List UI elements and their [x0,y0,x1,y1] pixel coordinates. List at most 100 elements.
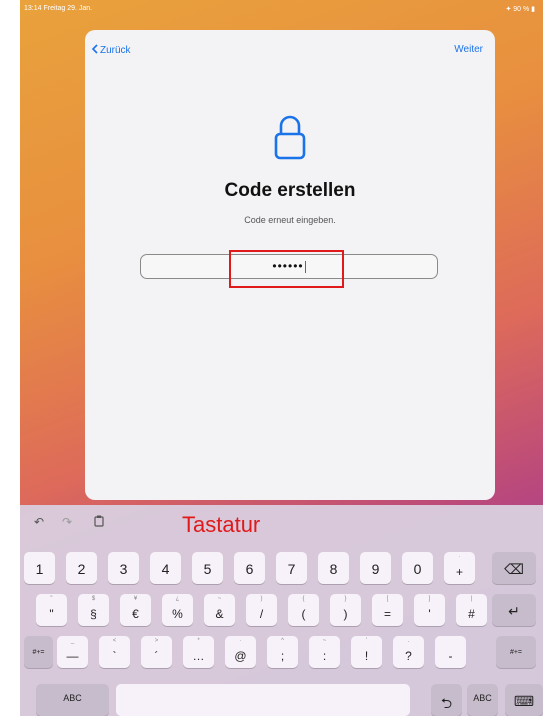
key-main-label: … [192,649,205,663]
key-row3-6[interactable]: ~: [309,636,340,668]
key-main-label: " [49,607,54,621]
key-alt-label: [ [386,596,389,602]
enter-key[interactable]: ↵ [492,594,536,626]
undo-icon[interactable]: ↶ [34,515,44,529]
back-button[interactable]: Zurück [91,44,131,57]
key-row2-4[interactable]: ~ & [204,594,235,626]
key-row2-6[interactable]: {( [288,594,319,626]
key-main-label: 6 [245,561,254,577]
key-row1-6[interactable]: 7 [276,552,307,584]
key-main-label: ( [301,607,306,621]
key-row3-8[interactable]: .? [393,636,424,668]
status-time-date: 13:14 Freitag 29. Jan. [24,5,93,12]
key-row1-2[interactable]: 3 [108,552,139,584]
key-alt-label: ) [260,596,263,602]
key-row1-9[interactable]: 0 [402,552,433,584]
return-key[interactable]: ⮌ [431,684,462,716]
redo-icon[interactable]: ↷ [62,515,72,529]
key-row3-4[interactable]: · @ [225,636,256,668]
key-row3-5[interactable]: ^; [267,636,298,668]
return-arrow-icon: ⮌ [440,695,453,711]
key-main-label: & [215,607,224,621]
key-row3-1[interactable]: < ` [99,636,130,668]
key-row3-0[interactable]: _ — [57,636,88,668]
key-alt-label: " [50,596,53,602]
key-row1-3[interactable]: 4 [150,552,181,584]
key-row1-5[interactable]: 6 [234,552,265,584]
key-row2-1[interactable]: $ § [78,594,109,626]
key-main-label: 4 [161,561,170,577]
keyboard: ↶ ↷ 1 2 3 4 5 6 7 8 9 0 · + " " $ § ¥ € ¿% ~ &) /{(})[=] ' | # _ —… [20,505,543,716]
passcode-highlight-box [229,250,344,288]
key-main-label: ´ [154,649,159,663]
keyboard-hide-icon: ⌨ [513,693,535,709]
key-main-label: ? [405,649,412,663]
keyboard-annotation: Tastatur [182,512,261,537]
key-row3-3[interactable]: *… [183,636,214,668]
key-main-label: = [383,607,391,621]
key-row1-1[interactable]: 2 [66,552,97,584]
key-main-label: ; [280,649,285,663]
key-row2-2[interactable]: ¥ € [120,594,151,626]
key-alt-label: ^ [281,638,284,644]
enter-icon: ↵ [508,603,520,619]
keyboard-toolbar: ↶ ↷ [20,505,543,535]
key-main-label: — [66,649,79,663]
key-row1-4[interactable]: 5 [192,552,223,584]
key-row1-10[interactable]: · + [444,552,475,584]
ipad-screen: 13:14 Freitag 29. Jan. ✦ 90 % ▮ Zurück W… [20,0,543,716]
abc-switch-key[interactable]: ABC [36,684,109,716]
key-alt-label: ~ [322,638,327,644]
key-alt-label: | [470,596,473,602]
key-main-label: 5 [203,561,212,577]
chevron-left-icon [91,44,98,57]
key-row2-3[interactable]: ¿% [162,594,193,626]
key-main-label: # [468,607,475,621]
key-main-label: - [448,649,453,663]
key-row3-7[interactable]: '! [351,636,382,668]
key-row2-9[interactable]: ] ' [414,594,445,626]
key-main-label: ' [428,607,431,621]
next-button[interactable]: Weiter [454,44,483,55]
page-subtitle: Code erneut eingeben. [244,215,336,225]
key-main-label: 8 [329,561,338,577]
key-row2-7[interactable]: }) [330,594,361,626]
symbol-mode-key-right[interactable]: #+= [496,636,536,668]
key-row3-9[interactable]: - [435,636,466,668]
hide-keyboard-key[interactable]: ⌨ [505,684,543,716]
key-main-label: % [172,607,183,621]
lock-icon [272,112,308,162]
symbol-mode-label-left: #+= [32,649,45,656]
key-row1-7[interactable]: 8 [318,552,349,584]
space-key[interactable] [116,684,410,716]
key-alt-label: _ [70,638,75,644]
key-row1-8[interactable]: 9 [360,552,391,584]
key-main-label: € [132,607,139,621]
key-alt-label: > [154,638,159,644]
key-main-label: ` [112,649,117,663]
status-battery: ✦ 90 % ▮ [505,6,535,13]
backspace-key[interactable]: ⌫ [492,552,536,584]
key-row2-8[interactable]: [= [372,594,403,626]
key-row1-0[interactable]: 1 [24,552,55,584]
key-main-label: + [455,565,463,579]
key-row2-5[interactable]: ) / [246,594,277,626]
key-main-label: 2 [77,561,86,577]
key-main-label: 3 [119,561,128,577]
key-alt-label: ¥ [133,596,138,602]
key-row3-2[interactable]: > ´ [141,636,172,668]
key-row2-0[interactable]: " " [36,594,67,626]
key-alt-label: ' [365,638,368,644]
symbol-mode-key-left[interactable]: #+= [24,636,53,668]
key-alt-label: $ [91,596,96,602]
abc-switch-key-right[interactable]: ABC [467,684,498,716]
back-label: Zurück [100,45,131,56]
key-alt-label: < [112,638,117,644]
key-alt-label: . [407,638,410,644]
key-alt-label: · [458,554,461,560]
paste-icon[interactable] [94,515,104,530]
key-row2-10[interactable]: | # [456,594,487,626]
key-alt-label: ~ [217,596,222,602]
key-main-label: 7 [287,561,296,577]
abc-switch-label-right: ABC [473,693,492,703]
